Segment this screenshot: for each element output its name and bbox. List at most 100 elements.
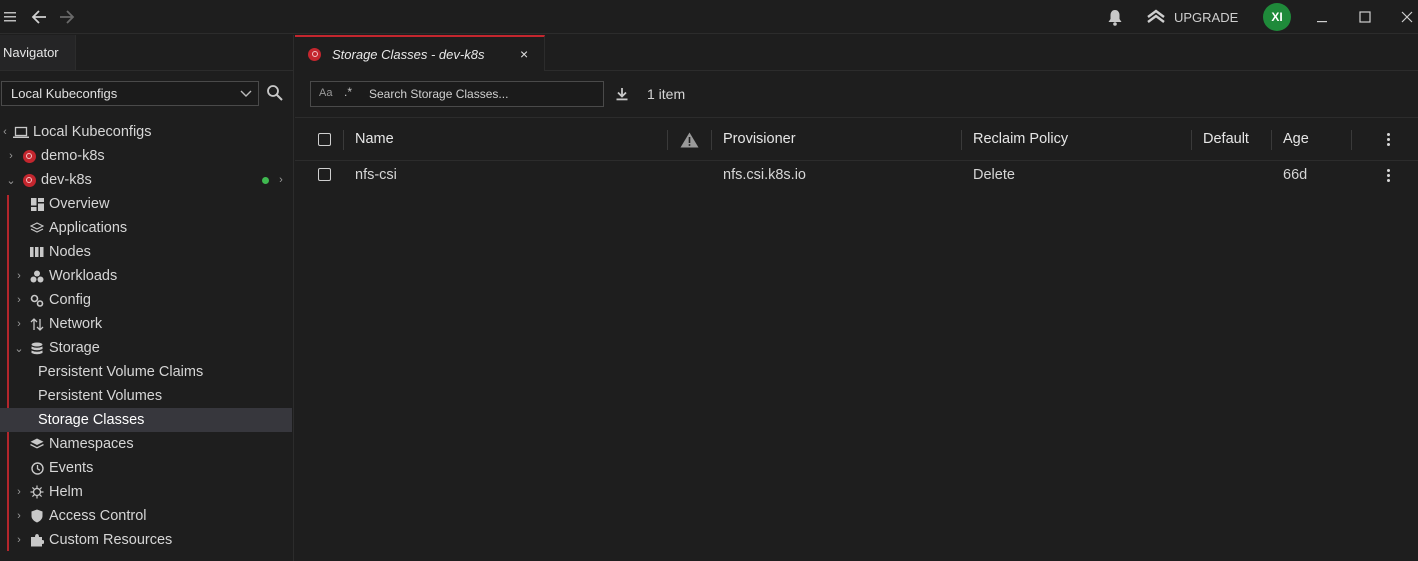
chevron-right-icon: › [17, 318, 21, 330]
laptop-icon [13, 124, 29, 140]
chevron-down-icon: ⌄ [14, 342, 24, 355]
chevron-down-icon [240, 82, 252, 113]
tree-label-namespaces: Namespaces [49, 436, 134, 452]
maximize-icon[interactable] [1355, 7, 1375, 27]
tree-label-persistent-volume-claims: Persistent Volume Claims [38, 364, 204, 380]
tree-label-access-control: Access Control [49, 508, 147, 524]
table-header: Name Provisioner Reclaim Policy Default … [295, 117, 1418, 161]
chevron-left-icon: ‹ [3, 126, 7, 138]
chevron-down-icon: ⌄ [6, 174, 16, 187]
network-arrows-icon [29, 316, 45, 332]
column-options-kebab-icon[interactable] [1386, 133, 1390, 146]
navigator-title[interactable]: Navigator [0, 35, 76, 71]
kubeconfig-select[interactable]: Local Kubeconfigs [1, 81, 259, 106]
tree-label-custom-resources: Custom Resources [49, 532, 173, 548]
notifications-bell-icon[interactable] [1104, 6, 1126, 28]
tree-item-workloads[interactable]: › Workloads [0, 264, 292, 288]
chevron-right-icon: › [17, 486, 21, 498]
column-header-default[interactable]: Default [1203, 131, 1250, 147]
cell-age: 66d [1283, 167, 1308, 183]
column-divider[interactable] [1351, 130, 1352, 150]
column-divider[interactable] [711, 130, 712, 150]
chevron-right-icon: › [17, 294, 21, 306]
tree-label-persistent-volumes: Persistent Volumes [38, 388, 163, 404]
close-tab-icon[interactable]: × [520, 46, 528, 62]
chevron-right-icon: › [17, 270, 21, 282]
upgrade-button[interactable]: UPGRADE [1146, 7, 1238, 27]
tree-label-storage-classes: Storage Classes [38, 412, 145, 428]
tree-label-nodes: Nodes [49, 244, 91, 260]
tree-item-network[interactable]: › Network [0, 312, 292, 336]
resource-search-box: Aa .* [310, 81, 604, 107]
minimize-icon[interactable] [1312, 7, 1332, 27]
search-input[interactable] [369, 85, 599, 103]
tree-item-dev-k8s[interactable]: ⌄ dev-k8s › [0, 168, 292, 192]
match-case-toggle[interactable]: Aa [319, 87, 332, 99]
cell-reclaim-policy: Delete [973, 167, 1015, 183]
tree-item-demo-k8s[interactable]: › demo-k8s [0, 144, 292, 168]
cell-provisioner: nfs.csi.k8s.io [723, 167, 806, 183]
puzzle-piece-icon [29, 532, 45, 548]
applications-icon [29, 220, 45, 236]
title-bar: UPGRADE XI [0, 0, 1418, 34]
nodes-icon [29, 244, 45, 260]
column-header-reclaim-policy[interactable]: Reclaim Policy [973, 131, 1068, 147]
tree-item-config[interactable]: › Config [0, 288, 292, 312]
tree-item-storage[interactable]: ⌄ Storage [0, 336, 292, 360]
tree-item-helm[interactable]: › Helm [0, 480, 292, 504]
tree-item-persistent-volume-claims[interactable]: Persistent Volume Claims [0, 360, 292, 384]
chevron-right-icon[interactable]: › [276, 174, 286, 186]
forward-arrow-icon[interactable] [56, 6, 78, 28]
tree-item-local-kubeconfigs[interactable]: ‹ Local Kubeconfigs [0, 120, 292, 144]
shield-icon [29, 508, 45, 524]
select-all-checkbox[interactable] [318, 133, 331, 146]
column-divider[interactable] [1271, 130, 1272, 150]
tree-label-network: Network [49, 316, 103, 332]
column-divider[interactable] [961, 130, 962, 150]
row-checkbox[interactable] [318, 168, 331, 181]
column-header-provisioner[interactable]: Provisioner [723, 131, 796, 147]
tree-item-applications[interactable]: Applications [0, 216, 292, 240]
chevron-right-icon: › [17, 534, 21, 546]
kubernetes-icon [308, 47, 321, 61]
tree-label-workloads: Workloads [49, 268, 118, 284]
tree-item-access-control[interactable]: › Access Control [0, 504, 292, 528]
search-icon[interactable] [266, 84, 286, 104]
cell-name: nfs-csi [355, 167, 397, 183]
row-actions-kebab-icon[interactable] [1386, 169, 1390, 182]
tree-item-namespaces[interactable]: Namespaces [0, 432, 292, 456]
tree-item-storage-classes[interactable]: Storage Classes [0, 408, 292, 432]
database-icon [29, 340, 45, 356]
tab-bar: Storage Classes - dev-k8s × [295, 35, 1418, 71]
column-divider[interactable] [1191, 130, 1192, 150]
kubernetes-icon [21, 172, 37, 188]
tree-label-storage: Storage [49, 340, 100, 356]
connected-status-dot [262, 176, 269, 184]
menu-icon[interactable] [0, 6, 22, 28]
column-divider [343, 130, 344, 150]
tree-item-persistent-volumes[interactable]: Persistent Volumes [0, 384, 292, 408]
workloads-icon [29, 268, 45, 284]
upgrade-chevrons-icon [1146, 8, 1166, 27]
regex-toggle[interactable]: .* [344, 85, 352, 99]
tree-item-overview[interactable]: Overview [0, 192, 292, 216]
config-gears-icon [29, 292, 45, 308]
table-row[interactable]: nfs-csi nfs.csi.k8s.io Delete 66d [295, 161, 1418, 189]
tree-label-overview: Overview [49, 196, 110, 212]
clock-icon [29, 460, 45, 476]
dashboard-icon [29, 196, 45, 212]
layers-icon [29, 436, 45, 452]
kubeconfig-select-value: Local Kubeconfigs [11, 86, 118, 101]
back-arrow-icon[interactable] [28, 6, 50, 28]
column-divider[interactable] [667, 130, 668, 150]
tree-item-custom-resources[interactable]: › Custom Resources [0, 528, 292, 552]
download-icon[interactable] [614, 86, 632, 104]
close-window-icon[interactable] [1397, 7, 1417, 27]
warning-icon[interactable] [680, 132, 699, 151]
tab-storage-classes-dev-k8s[interactable]: Storage Classes - dev-k8s × [295, 35, 545, 71]
tree-item-events[interactable]: Events [0, 456, 292, 480]
tree-item-nodes[interactable]: Nodes [0, 240, 292, 264]
column-header-age[interactable]: Age [1283, 131, 1309, 147]
user-avatar[interactable]: XI [1263, 3, 1291, 31]
column-header-name[interactable]: Name [355, 131, 394, 147]
